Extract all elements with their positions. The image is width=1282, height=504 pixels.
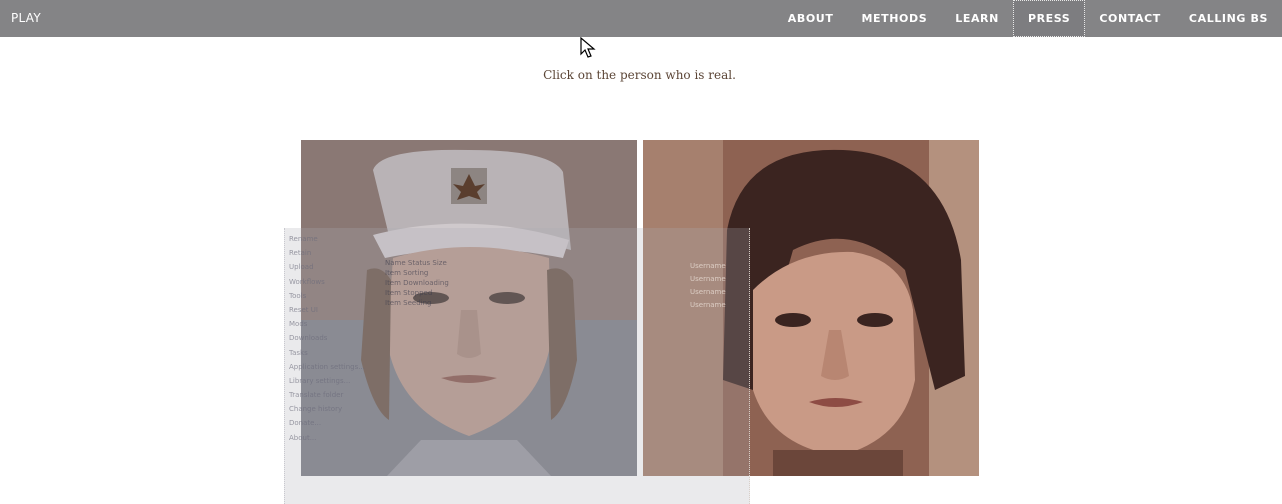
main-nav: ABOUT METHODS LEARN PRESS CONTACT CALLIN…: [774, 0, 1282, 37]
nav-calling-bs[interactable]: CALLING BS: [1175, 0, 1282, 37]
face-image-right[interactable]: [643, 140, 979, 476]
nav-about[interactable]: ABOUT: [774, 0, 848, 37]
instruction-text: Click on the person who is real.: [543, 68, 736, 82]
face-image-left[interactable]: [301, 140, 637, 476]
face-left-portrait: [301, 140, 637, 476]
brand-link[interactable]: PLAY: [11, 0, 41, 37]
nav-learn[interactable]: LEARN: [941, 0, 1013, 37]
top-navigation-bar: PLAY ABOUT METHODS LEARN PRESS CONTACT C…: [0, 0, 1282, 37]
face-right-portrait: [643, 140, 979, 476]
nav-press[interactable]: PRESS: [1012, 0, 1086, 37]
nav-methods[interactable]: METHODS: [847, 0, 941, 37]
nav-contact[interactable]: CONTACT: [1085, 0, 1175, 37]
mouse-cursor-icon: [580, 37, 596, 58]
